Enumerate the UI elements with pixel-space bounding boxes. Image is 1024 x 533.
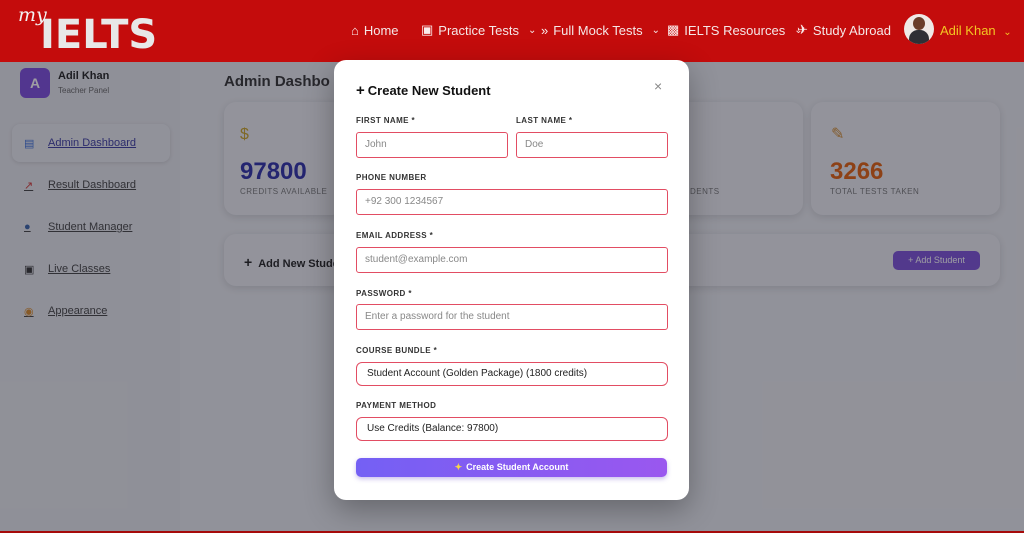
nav-full-mock-tests-label: Full Mock Tests — [553, 22, 643, 38]
create-student-modal: + Create New Student × FIRST NAME * John … — [334, 60, 689, 500]
home-icon: ⌂ — [351, 22, 359, 38]
chevron-down-icon: ⌄ — [527, 24, 537, 36]
monitor-icon: ▣ — [421, 22, 434, 37]
chevron-down-icon: ⌄ — [651, 24, 660, 36]
plane-icon: ✈ — [797, 22, 808, 37]
payment-method-label: PAYMENT METHOD — [356, 401, 437, 410]
logo-text: IELTS — [40, 12, 158, 58]
email-input[interactable]: student@example.com — [356, 247, 668, 273]
create-student-button-label: Create Student Account — [466, 462, 569, 472]
nav-practice-tests-label: Practice Tests — [438, 22, 519, 38]
nav-full-mock-tests[interactable]: » Full Mock Tests ⌄ — [541, 19, 660, 41]
payment-method-select[interactable]: Use Credits (Balance: 97800) — [356, 417, 668, 441]
avatar-body — [909, 30, 929, 44]
modal-title-text: Create New Student — [367, 83, 491, 98]
user-menu-label: Adil Khan — [940, 23, 996, 38]
last-name-input[interactable]: Doe — [516, 132, 668, 158]
phone-input[interactable]: +92 300 1234567 — [356, 189, 668, 215]
password-input[interactable]: Enter a password for the student — [356, 304, 668, 330]
nav-home-label: Home — [363, 22, 399, 38]
password-label: PASSWORD * — [356, 289, 412, 298]
user-avatar[interactable] — [904, 14, 934, 44]
course-bundle-label: COURSE BUNDLE * — [356, 346, 438, 355]
close-icon[interactable]: × — [654, 78, 662, 94]
logo[interactable]: my IELTS — [16, 4, 158, 58]
sparkles-icon: ✦ — [454, 462, 463, 472]
nav-study-abroad[interactable]: ✈ Study Abroad — [797, 19, 891, 41]
nav-home[interactable]: ⌂ Home — [351, 19, 399, 41]
phone-label: PHONE NUMBER — [356, 173, 427, 182]
avatar-head — [913, 17, 925, 30]
first-name-label: FIRST NAME * — [356, 116, 416, 125]
nav-ielts-resources-label: IELTS Resources — [684, 22, 786, 38]
last-name-label: LAST NAME * — [516, 116, 573, 125]
plus-icon: + — [356, 82, 365, 99]
modal-title: + Create New Student — [356, 82, 491, 99]
create-student-button[interactable]: ✦ Create Student Account — [356, 458, 667, 477]
nav-study-abroad-label: Study Abroad — [812, 22, 891, 38]
email-label: EMAIL ADDRESS * — [356, 231, 434, 240]
double-chevron-right-icon: » — [541, 22, 549, 38]
course-bundle-select[interactable]: Student Account (Golden Package) (1800 c… — [356, 362, 668, 386]
top-header: my IELTS ⌂ Home ▣ Practice Tests ⌄ » Ful… — [0, 0, 1024, 62]
nav-practice-tests[interactable]: ▣ Practice Tests ⌄ — [421, 19, 536, 41]
chevron-down-icon: ⌄ — [1003, 27, 1012, 38]
nav-ielts-resources[interactable]: ▩ IELTS Resources ⌄ — [667, 19, 803, 41]
resources-icon: ▩ — [667, 22, 680, 37]
user-menu[interactable]: Adil Khan ⌄ — [940, 23, 1012, 38]
first-name-input[interactable]: John — [356, 132, 508, 158]
